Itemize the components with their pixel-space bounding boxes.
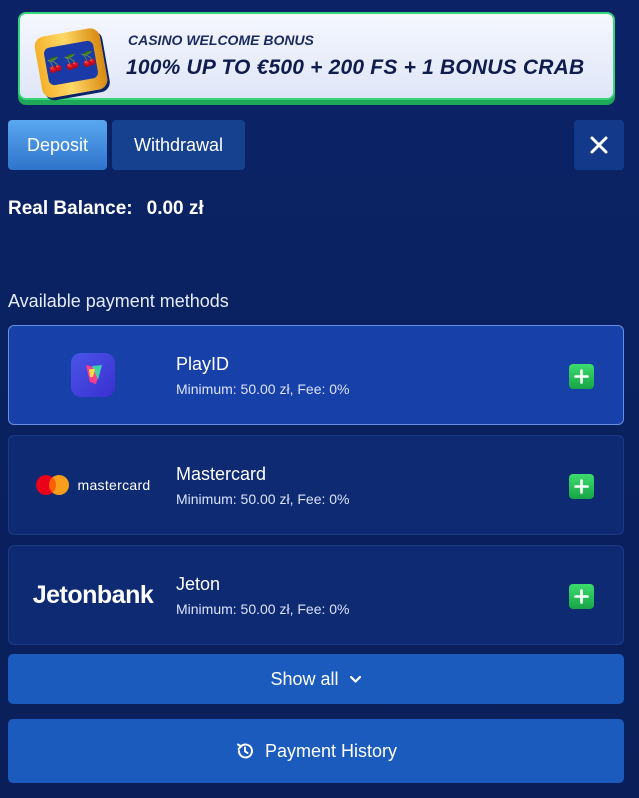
close-icon (590, 136, 608, 154)
payment-history-label: Payment History (264, 740, 398, 761)
payment-methods-title: Available payment methods (8, 291, 229, 311)
playid-logo (71, 353, 115, 397)
method-info: Minimum: 50.00 zł, Fee: 0% (176, 381, 350, 397)
plus-icon (574, 479, 589, 494)
mastercard-logo: mastercard (35, 474, 150, 496)
jetonbank-logo: Jetonbank (32, 580, 154, 609)
deposit-panel: 🍒 🍒 🍒 CASINO WELCOME BONUS 100% UP TO €500… (0, 0, 639, 798)
close-button[interactable] (574, 120, 624, 170)
method-name: PlayID (176, 354, 230, 374)
add-method-button[interactable] (569, 474, 594, 499)
welcome-bonus-banner[interactable]: 🍒 🍒 🍒 CASINO WELCOME BONUS 100% UP TO €500… (18, 12, 615, 100)
add-method-button[interactable] (569, 364, 594, 389)
slot-machine-icon: 🍒 🍒 🍒 (30, 26, 109, 100)
payment-method-jeton[interactable]: Jetonbank Jeton Minimum: 50.00 zł, Fee: … (8, 545, 624, 645)
show-all-label: Show all (270, 668, 339, 689)
banner-title: 100% UP TO €500 + 200 FS + 1 BONUS CRAB (126, 56, 585, 79)
mastercard-logo-text: mastercard (77, 477, 151, 493)
payment-method-mastercard[interactable]: mastercard Mastercard Minimum: 50.00 zł,… (8, 435, 624, 535)
payment-history-button[interactable]: Payment History (8, 719, 624, 783)
chevron-down-icon (349, 675, 362, 684)
method-name: Jeton (176, 574, 221, 594)
balance-amount: 0.00 zł (146, 198, 204, 219)
tab-withdrawal[interactable]: Withdrawal (112, 120, 245, 170)
tab-deposit[interactable]: Deposit (8, 120, 107, 170)
method-info: Minimum: 50.00 zł, Fee: 0% (176, 601, 350, 617)
plus-icon (574, 589, 589, 604)
balance-label: Real Balance: (8, 198, 133, 219)
banner-subtitle: CASINO WELCOME BONUS (128, 32, 314, 48)
history-icon (235, 741, 255, 761)
plus-icon (574, 369, 589, 384)
method-info: Minimum: 50.00 zł, Fee: 0% (176, 491, 350, 507)
method-name: Mastercard (176, 464, 267, 484)
payment-method-playid[interactable]: PlayID Minimum: 50.00 zł, Fee: 0% (8, 325, 624, 425)
real-balance: Real Balance: 0.00 zł (8, 198, 204, 220)
show-all-button[interactable]: Show all (8, 654, 624, 704)
add-method-button[interactable] (569, 584, 594, 609)
